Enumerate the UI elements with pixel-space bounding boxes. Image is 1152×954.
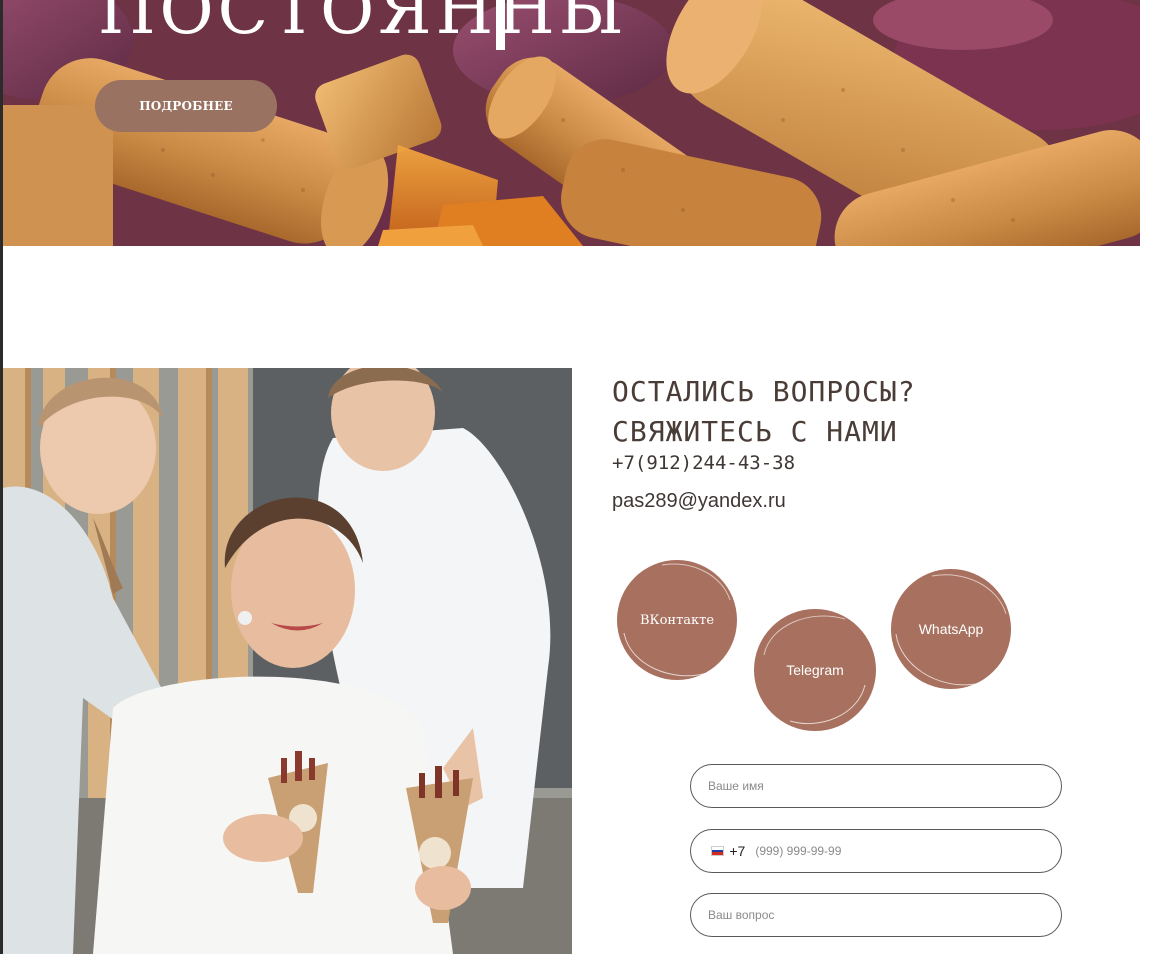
whatsapp-button[interactable]: WhatsApp (886, 564, 1016, 694)
whatsapp-label: WhatsApp (918, 621, 984, 637)
hero-banner: ПОСТОЯННЫ ПОДРОБНЕЕ (3, 0, 1140, 246)
name-input[interactable] (708, 779, 1061, 793)
vk-button[interactable]: ВКонтакте (612, 555, 742, 685)
more-button[interactable]: ПОДРОБНЕЕ (95, 80, 277, 132)
hero-title: ПОСТОЯННЫ (98, 0, 628, 49)
russia-flag-icon[interactable] (711, 846, 725, 856)
contact-email[interactable]: pas289@yandex.ru (612, 490, 786, 513)
telegram-button[interactable]: Telegram (750, 605, 880, 735)
question-input[interactable] (708, 908, 1061, 922)
phone-input[interactable] (755, 844, 1061, 858)
contact-heading-line1: Остались вопросы? (612, 375, 916, 408)
contact-heading: Остались вопросы? Свяжитесь с нами (612, 372, 1112, 452)
telegram-label: Telegram (786, 662, 844, 678)
contact-heading-line2: Свяжитесь с нами (612, 415, 898, 448)
phone-field[interactable]: +7 (690, 829, 1062, 873)
text-cursor (496, 0, 505, 50)
vk-label: ВКонтакте (639, 612, 715, 628)
phone-country-code: +7 (729, 843, 746, 859)
family-photo (3, 368, 572, 954)
question-field[interactable] (690, 893, 1062, 937)
page-gutter (1140, 0, 1152, 246)
contact-phone[interactable]: +7(912)244-43-38 (612, 452, 795, 474)
name-field[interactable] (690, 764, 1062, 808)
